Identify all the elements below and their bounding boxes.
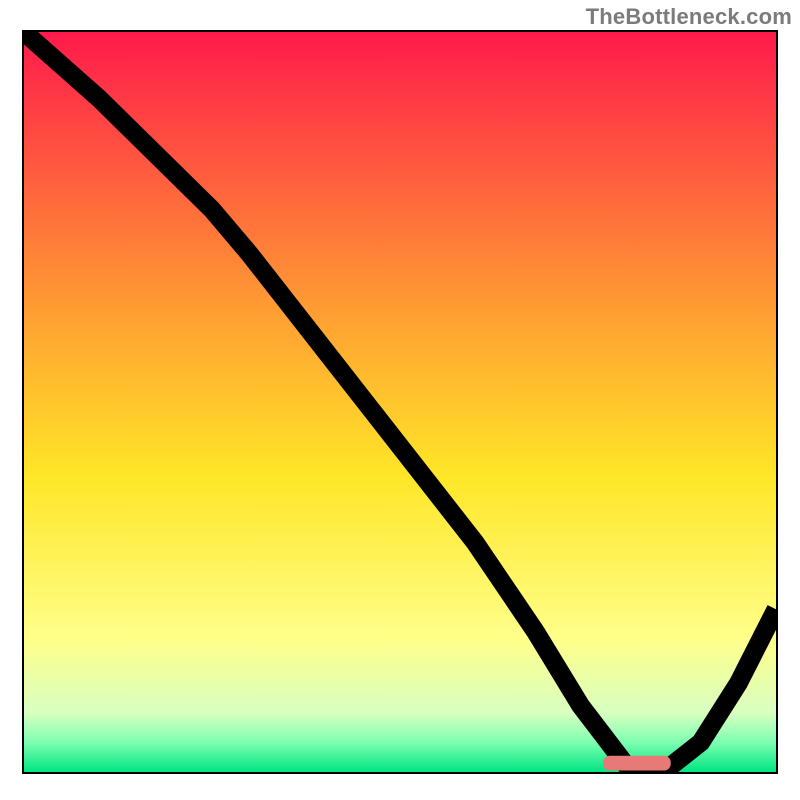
watermark-text: TheBottleneck.com	[586, 4, 792, 30]
chart-svg	[24, 32, 776, 772]
chart-plot-area	[22, 30, 778, 774]
optimal-range-marker	[603, 756, 671, 771]
